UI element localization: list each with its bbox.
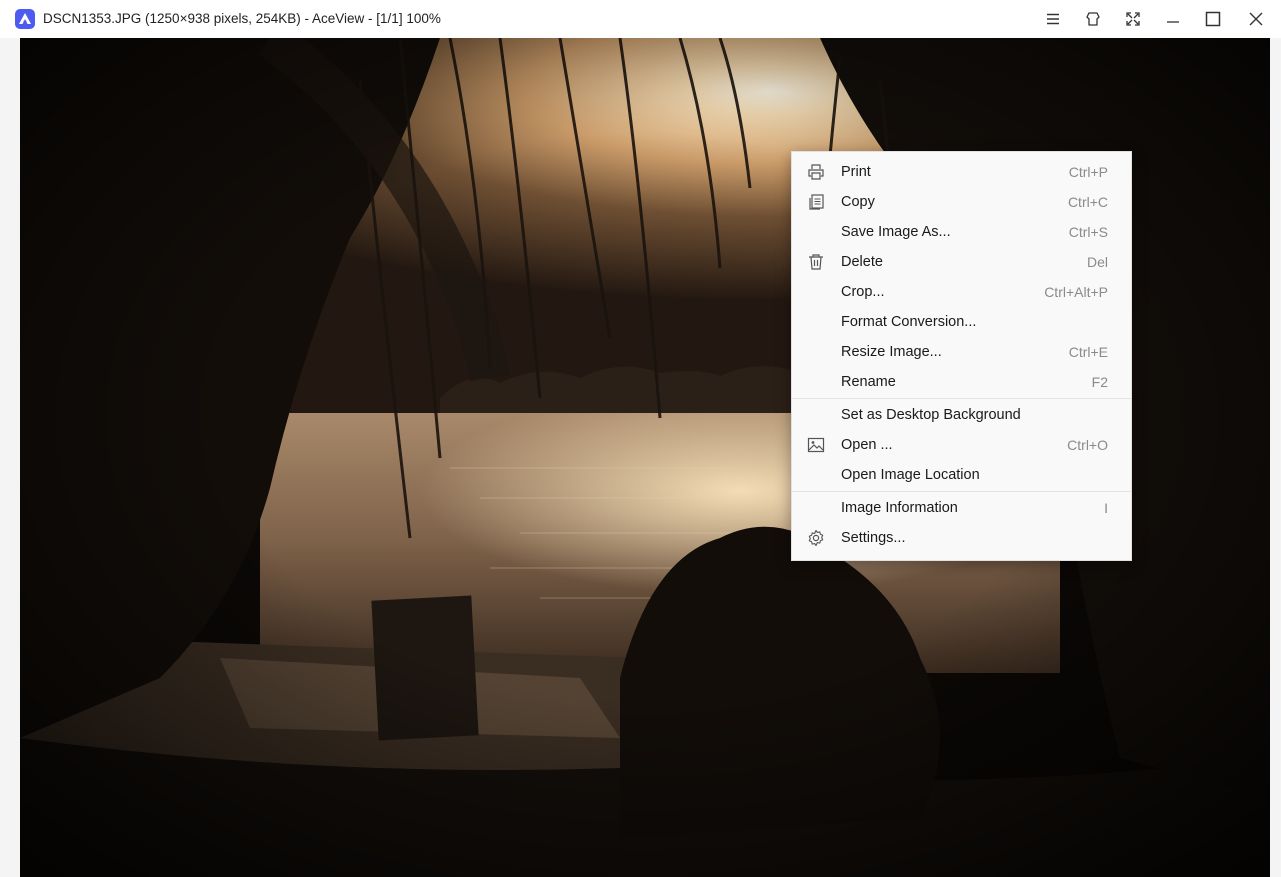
fullscreen-button[interactable] [1113, 0, 1153, 38]
pin-icon [1086, 12, 1100, 26]
menu-item-image-information[interactable]: Image Information I [792, 493, 1131, 523]
fullscreen-icon [1126, 12, 1140, 26]
menu-item-open-image-location[interactable]: Open Image Location [792, 460, 1131, 490]
copy-icon [807, 193, 825, 211]
menu-item-copy[interactable]: Copy Ctrl+C [792, 187, 1131, 217]
menu-item-open[interactable]: Open ... Ctrl+O [792, 430, 1131, 460]
menu-item-print[interactable]: Print Ctrl+P [792, 157, 1131, 187]
trash-icon [807, 253, 825, 271]
minimize-icon [1167, 21, 1179, 23]
menu-item-rename[interactable]: Rename F2 [792, 367, 1131, 397]
viewport-right-margin [1270, 38, 1281, 877]
close-icon [1249, 12, 1263, 26]
title-bar: DSCN1353.JPG (1250×938 pixels, 254KB) - … [0, 0, 1281, 38]
hamburger-menu-icon [1047, 13, 1059, 25]
close-button[interactable] [1236, 0, 1276, 38]
window-title: DSCN1353.JPG (1250×938 pixels, 254KB) - … [43, 11, 441, 26]
menu-item-set-desktop-background[interactable]: Set as Desktop Background [792, 400, 1131, 430]
menu-item-delete[interactable]: Delete Del [792, 247, 1131, 277]
gear-icon [807, 529, 825, 547]
printer-icon [807, 163, 825, 181]
menu-button[interactable] [1033, 0, 1073, 38]
menu-separator [792, 491, 1131, 492]
viewport-left-margin [0, 38, 20, 877]
menu-separator [792, 398, 1131, 399]
menu-item-save-image-as[interactable]: Save Image As... Ctrl+S [792, 217, 1131, 247]
maximize-button[interactable] [1193, 0, 1233, 38]
minimize-button[interactable] [1153, 0, 1193, 38]
pin-button[interactable] [1073, 0, 1113, 38]
maximize-icon [1205, 11, 1221, 27]
menu-item-resize-image[interactable]: Resize Image... Ctrl+E [792, 337, 1131, 367]
menu-item-format-conversion[interactable]: Format Conversion... [792, 307, 1131, 337]
menu-item-crop[interactable]: Crop... Ctrl+Alt+P [792, 277, 1131, 307]
menu-item-settings[interactable]: Settings... [792, 523, 1131, 553]
image-icon [807, 436, 825, 454]
aceview-logo-icon [15, 9, 35, 29]
context-menu: Print Ctrl+P Copy Ctrl+C Save Image As..… [791, 151, 1132, 561]
